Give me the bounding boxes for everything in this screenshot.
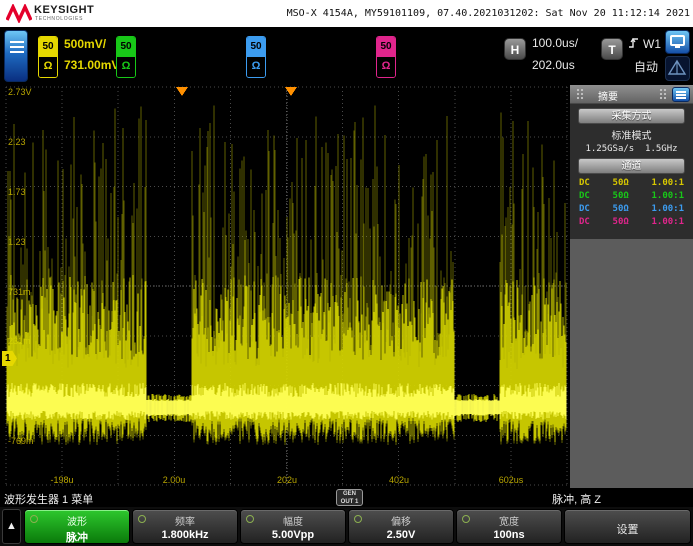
drag-grip-icon[interactable] [576, 88, 584, 101]
brand-subtitle: TECHNOLOGIES [35, 16, 83, 22]
knob-icon [246, 515, 254, 523]
channel-2-badge[interactable]: 50 Ω [116, 36, 136, 78]
softkey-width[interactable]: 宽度 100ns [456, 509, 562, 544]
wavegen-status: 脉冲, 高 Z [552, 491, 601, 507]
softkey-value: 脉冲 [25, 529, 129, 545]
timebase-scale: 100.0us/ [532, 36, 578, 50]
summary-sidebar: 摘要 采集方式 标准模式 1.25GSa/s 1.5GHz 通道 DC 50Ω … [570, 85, 693, 488]
list-icon [676, 91, 686, 93]
probe-ratio: 1.00:1 [651, 177, 684, 190]
channel-1-scale: 500mV/ [64, 37, 106, 51]
sidebar-menu-button[interactable] [672, 87, 690, 102]
probe-ratio: 1.00:1 [651, 203, 684, 216]
softkey-label: 偏移 [349, 513, 453, 528]
impedance: 50Ω [613, 190, 629, 203]
trigger-edge-icon [628, 36, 639, 52]
probe-ratio: 1.00:1 [651, 190, 684, 203]
probe-icon [666, 57, 689, 80]
channel-4-summary-row: DC 50Ω 1.00:1 [570, 216, 693, 229]
oscilloscope-screen: KEYSIGHT TECHNOLOGIES MSO-X 4154A, MY591… [0, 0, 693, 546]
softkey-amplitude[interactable]: 幅度 5.00Vpp [240, 509, 346, 544]
softkey-value: 5.00Vpp [241, 529, 345, 541]
monitor-icon [670, 35, 685, 46]
channel-3-badge[interactable]: 50 Ω [246, 36, 266, 78]
sidebar-title: 摘要 [598, 88, 618, 103]
trigger-time-markers[interactable] [176, 87, 297, 96]
channel-4-impedance: 50 [377, 37, 395, 57]
trigger-menu-button[interactable]: T [601, 38, 623, 60]
softkey-value: 2.50V [349, 529, 453, 541]
acquisition-mode-value: 标准模式 [570, 127, 693, 142]
channel-1-summary-row: DC 50Ω 1.00:1 [570, 177, 693, 190]
probe-status-button[interactable] [665, 56, 690, 81]
softkey-settings[interactable]: 设置 [564, 509, 691, 544]
coupling: DC [579, 190, 590, 203]
coupling: DC [579, 177, 590, 190]
knob-icon [462, 515, 470, 523]
coupling: DC [579, 216, 590, 229]
gen-badge-line2: OUT 1 [337, 498, 362, 506]
status-bar: 波形发生器 1 菜单 GEN OUT 1 脉冲, 高 Z [0, 488, 693, 507]
display-settings-button[interactable] [665, 30, 690, 54]
softkey-label: 宽度 [457, 513, 561, 528]
toolbar: 50 Ω 500mV/ 731.00mV 50 Ω 50 Ω 50 Ω H 10… [0, 27, 693, 85]
softkey-frequency[interactable]: 频率 1.800kHz [132, 509, 238, 544]
keysight-logo-icon [6, 4, 32, 28]
trigger-mode: 自动 [634, 58, 658, 75]
acquisition-mode-button[interactable]: 采集方式 [578, 108, 685, 124]
softkey-label: 频率 [133, 513, 237, 528]
softkey-waveform[interactable]: 波形 脉冲 [24, 509, 130, 544]
channel-2-ohm: Ω [117, 57, 135, 77]
sidebar-header: 摘要 [570, 85, 693, 104]
channel-3-ohm: Ω [247, 57, 265, 77]
horizontal-menu-button[interactable]: H [504, 38, 526, 60]
channel-1-ohm: Ω [39, 57, 57, 77]
main-menu-button[interactable] [4, 30, 28, 82]
softkey-label: 波形 [25, 513, 129, 528]
softkey-value: 1.800kHz [133, 529, 237, 541]
gen-badge-line1: GEN [337, 490, 362, 498]
channel-3-impedance: 50 [247, 37, 265, 57]
impedance: 50Ω [613, 177, 629, 190]
softkey-label: 设置 [565, 521, 690, 537]
scope-display[interactable]: 2.73V 2.23 1.73 1.23 731m 231m -269m -76… [4, 85, 569, 488]
channel-1-impedance: 50 [39, 37, 57, 57]
knob-icon [354, 515, 362, 523]
softkey-bar: ▲ 波形 脉冲 频率 1.800kHz 幅度 5.00Vpp 偏移 2.50V … [0, 507, 693, 546]
impedance: 50Ω [613, 203, 629, 216]
impedance: 50Ω [613, 216, 629, 229]
channel-3-summary-row: DC 50Ω 1.00:1 [570, 203, 693, 216]
trigger-source-line: W1 [628, 36, 661, 52]
menu-back-button[interactable]: ▲ [2, 509, 21, 544]
drag-grip-icon[interactable] [659, 88, 667, 101]
timebase-delay: 202.0us [532, 58, 575, 72]
sample-rate-bandwidth: 1.25GSa/s 1.5GHz [570, 144, 693, 154]
softkey-value: 100ns [457, 529, 561, 541]
knob-icon [30, 515, 38, 523]
system-status-text: MSO-X 4154A, MY59101109, 07.40.202103120… [287, 8, 690, 19]
trigger-source: W1 [643, 37, 661, 51]
channel-2-summary-row: DC 50Ω 1.00:1 [570, 190, 693, 203]
channel-1-badge[interactable]: 50 Ω [38, 36, 58, 78]
coupling: DC [579, 203, 590, 216]
knob-icon [138, 515, 146, 523]
gen-out-badge: GEN OUT 1 [336, 489, 363, 506]
channel-4-badge[interactable]: 50 Ω [376, 36, 396, 78]
header-bar: KEYSIGHT TECHNOLOGIES MSO-X 4154A, MY591… [0, 0, 693, 27]
delay-marker-icon[interactable] [176, 87, 188, 96]
softkey-offset[interactable]: 偏移 2.50V [348, 509, 454, 544]
menu-title: 波形发生器 1 菜单 [4, 491, 93, 507]
brand-name: KEYSIGHT [34, 4, 94, 16]
channel-2-impedance: 50 [117, 37, 135, 57]
sidebar-content: 采集方式 标准模式 1.25GSa/s 1.5GHz 通道 DC 50Ω 1.0… [570, 104, 693, 239]
hamburger-icon [10, 41, 24, 56]
channels-button[interactable]: 通道 [578, 158, 685, 174]
channel-1-offset: 731.00mV [64, 58, 119, 72]
probe-ratio: 1.00:1 [651, 216, 684, 229]
softkey-label: 幅度 [241, 513, 345, 528]
channel-4-ohm: Ω [377, 57, 395, 77]
